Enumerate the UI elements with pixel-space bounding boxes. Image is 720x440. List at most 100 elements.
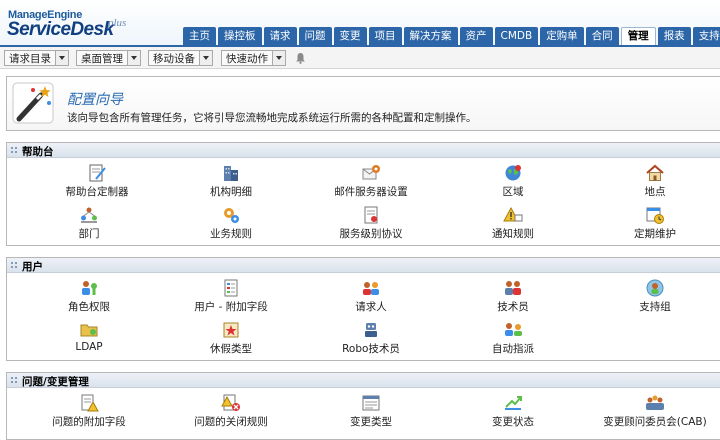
- item-support-groups[interactable]: 支持组: [595, 278, 715, 318]
- item-change-types[interactable]: 变更类型: [311, 393, 431, 433]
- item-label: 角色权限: [68, 301, 110, 313]
- toolbar: 请求目录 桌面管理 移动设备 快速动作: [0, 47, 720, 69]
- dropdown-desktop-management[interactable]: 桌面管理: [76, 50, 141, 66]
- item-regions[interactable]: 区域: [453, 163, 573, 203]
- item-role-permissions[interactable]: 角色权限: [29, 278, 149, 318]
- item-mail-server-settings[interactable]: 邮件服务器设置: [311, 163, 431, 203]
- item-label: 技术员: [497, 301, 529, 313]
- tab-dashboard[interactable]: 操控板: [218, 27, 262, 46]
- app-header: ManageEngine ServiceDesk plus 主页 操控板 请求 …: [0, 0, 720, 46]
- dropdown-request-catalog[interactable]: 请求目录: [4, 50, 69, 66]
- logo-product[interactable]: ServiceDesk: [7, 19, 114, 41]
- item-departments[interactable]: 部门: [29, 205, 149, 245]
- globe-icon: [505, 165, 521, 181]
- dropdown-label: 移动设备: [153, 52, 195, 65]
- item-change-advisory-board[interactable]: 变更顾问委员会(CAB): [595, 393, 715, 433]
- item-business-rules[interactable]: 业务规则: [171, 205, 291, 245]
- item-label: 部门: [78, 228, 100, 240]
- item-sites[interactable]: 地点: [595, 163, 715, 203]
- wizard-title[interactable]: 配置向导: [67, 89, 123, 109]
- item-organization-details[interactable]: 机构明细: [171, 163, 291, 203]
- roles-icon: [82, 281, 97, 295]
- section-title: 帮助台: [22, 146, 54, 158]
- item-ldap[interactable]: LDAP: [29, 320, 149, 360]
- drag-grip-icon[interactable]: [10, 376, 18, 384]
- item-label: 邮件服务器设置: [334, 186, 408, 198]
- item-user-additional-fields[interactable]: 用户 - 附加字段: [171, 278, 291, 318]
- notification-icon: [503, 206, 523, 222]
- section-title: 用户: [22, 261, 43, 273]
- dropdown-quick-actions[interactable]: 快速动作: [221, 50, 286, 66]
- sla-icon: [364, 206, 378, 224]
- closure-rules-icon: [221, 394, 240, 411]
- dropdown-mobile-devices[interactable]: 移动设备: [148, 50, 213, 66]
- chevron-down-icon[interactable]: [199, 51, 212, 65]
- chevron-down-icon[interactable]: [55, 51, 68, 65]
- chevron-down-icon[interactable]: [127, 51, 140, 65]
- tab-projects[interactable]: 项目: [368, 27, 402, 46]
- item-label: 定期维护: [634, 228, 676, 240]
- item-robo-technician[interactable]: Robo技术员: [311, 320, 431, 360]
- item-label: 支持组: [639, 301, 671, 313]
- config-wizard-banner[interactable]: 配置向导 该向导包含所有管理任务，它将引导您流畅地完成系统运行所需的各种配置和定…: [6, 76, 720, 131]
- change-status-icon: [505, 396, 522, 410]
- tab-assets[interactable]: 资产: [459, 27, 493, 46]
- tab-cmdb[interactable]: CMDB: [494, 27, 539, 46]
- item-label: Robo技术员: [342, 343, 400, 355]
- item-change-status[interactable]: 变更状态: [453, 393, 573, 433]
- cab-icon: [646, 395, 664, 410]
- requesters-icon: [363, 282, 379, 295]
- department-icon: [81, 207, 97, 223]
- house-icon: [646, 164, 664, 181]
- drag-grip-icon[interactable]: [10, 146, 18, 154]
- tab-admin[interactable]: 管理: [620, 27, 656, 46]
- item-helpdesk-customizer[interactable]: 帮助台定制器: [37, 163, 157, 203]
- tab-changes[interactable]: 变更: [333, 27, 367, 46]
- item-label: 休假类型: [210, 343, 252, 355]
- tab-purchase[interactable]: 定购单: [540, 27, 584, 46]
- item-problem-closure-rules[interactable]: 问题的关闭规则: [171, 393, 291, 433]
- item-label: 自动指派: [492, 343, 534, 355]
- building-icon: [224, 166, 238, 181]
- section-users: 用户 角色权限 用户 - 附加字段 请求人 技术员 支持组 LDAP 休假类型 …: [6, 257, 720, 361]
- item-label: 变更顾问委员会(CAB): [603, 416, 707, 428]
- item-problem-additional-fields[interactable]: 问题的附加字段: [29, 393, 149, 433]
- support-group-icon: [646, 279, 664, 297]
- bell-icon[interactable]: [295, 52, 306, 64]
- tab-home[interactable]: 主页: [183, 27, 216, 46]
- main-tabs: 主页 操控板 请求 问题 变更 项目 解决方案 资产 CMDB 定购单 合同 管…: [183, 27, 720, 46]
- dropdown-label: 桌面管理: [81, 52, 123, 65]
- item-label: 请求人: [355, 301, 387, 313]
- item-label: 问题的附加字段: [52, 416, 126, 428]
- item-label: 通知规则: [492, 228, 534, 240]
- tab-requests[interactable]: 请求: [263, 27, 297, 46]
- item-auto-assign[interactable]: 自动指派: [453, 320, 573, 360]
- section-helpdesk: 帮助台 帮助台定制器 机构明细 邮件服务器设置 区域 地点 部门 业务规则 服务…: [6, 142, 720, 246]
- drag-grip-icon[interactable]: [10, 261, 18, 269]
- tab-reports[interactable]: 报表: [657, 27, 691, 46]
- item-notification-rules[interactable]: 通知规则: [453, 205, 573, 245]
- problem-fields-icon: [81, 394, 99, 412]
- logo-plus: plus: [108, 17, 127, 29]
- tab-solutions[interactable]: 解决方案: [403, 27, 458, 46]
- ldap-icon: [80, 324, 98, 337]
- item-label: 服务级别协议: [339, 228, 403, 240]
- item-technicians[interactable]: 技术员: [453, 278, 573, 318]
- tab-problems[interactable]: 问题: [298, 27, 332, 46]
- wizard-description: 该向导包含所有管理任务，它将引导您流畅地完成系统运行所需的各种配置和定制操作。: [67, 112, 477, 124]
- item-service-level-agreements[interactable]: 服务级别协议: [311, 205, 431, 245]
- section-title: 问题/变更管理: [22, 376, 89, 388]
- leave-type-icon: [223, 322, 239, 338]
- dropdown-label: 请求目录: [9, 52, 51, 65]
- tab-contracts[interactable]: 合同: [585, 27, 619, 46]
- item-requesters[interactable]: 请求人: [311, 278, 431, 318]
- mail-server-icon: [362, 165, 380, 180]
- tab-support[interactable]: 支持: [692, 27, 720, 46]
- item-preventive-maintenance[interactable]: 定期维护: [595, 205, 715, 245]
- section-header: 帮助台: [7, 143, 720, 158]
- change-type-icon: [362, 395, 380, 411]
- business-rules-icon: [224, 208, 239, 223]
- item-leave-types[interactable]: 休假类型: [171, 320, 291, 360]
- chevron-down-icon[interactable]: [272, 51, 285, 65]
- user-fields-icon: [224, 279, 238, 297]
